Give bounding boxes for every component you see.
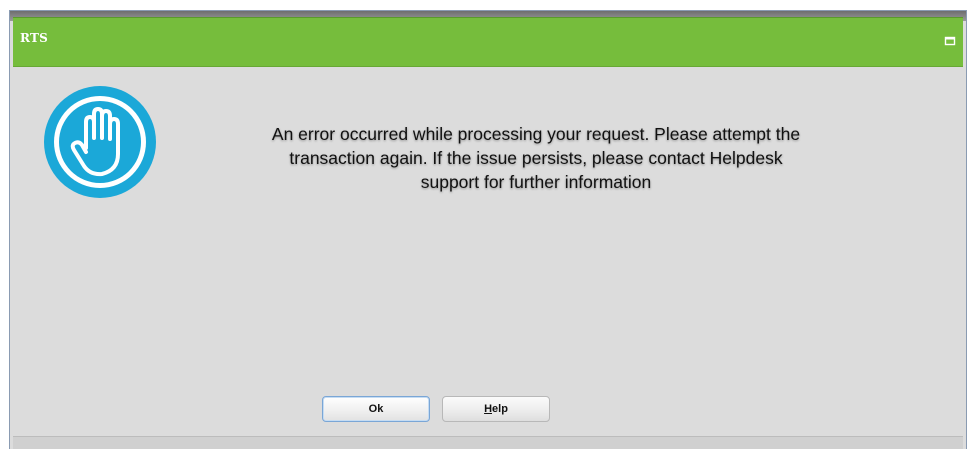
help-button-mnemonic: H <box>484 403 493 415</box>
error-message: An error occurred while processing your … <box>193 122 879 194</box>
message-line: transaction again. If the issue persists… <box>289 148 783 168</box>
message-line: An error occurred while processing your … <box>271 124 801 144</box>
stop-hand-icon <box>44 86 156 198</box>
message-line: support for further information <box>420 172 652 192</box>
maximize-icon[interactable] <box>944 35 956 47</box>
error-dialog: RTS An error occurred while processing y… <box>9 10 967 449</box>
dialog-footer <box>13 436 963 449</box>
dialog-body: An error occurred while processing your … <box>13 67 963 437</box>
dialog-title: RTS <box>20 31 48 45</box>
ok-button[interactable]: Ok <box>322 396 430 422</box>
ok-button-label: Ok <box>368 403 384 415</box>
dialog-titlebar[interactable]: RTS <box>13 17 963 67</box>
help-button-label: elp <box>492 403 508 415</box>
help-button[interactable]: Help <box>442 396 550 422</box>
